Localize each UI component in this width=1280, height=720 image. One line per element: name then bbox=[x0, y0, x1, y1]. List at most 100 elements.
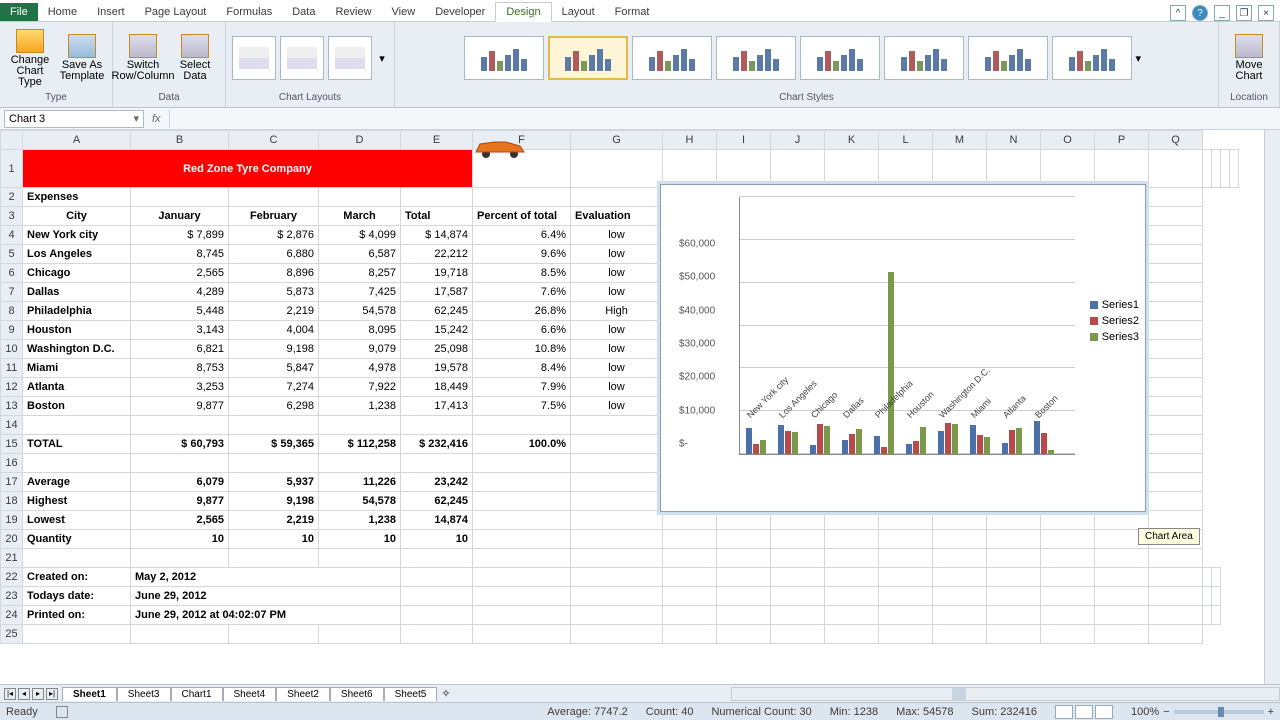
chart-styles-more[interactable]: ▾ bbox=[1136, 52, 1150, 65]
zoom-in-icon[interactable]: + bbox=[1268, 706, 1274, 718]
select-all[interactable] bbox=[1, 131, 23, 150]
chart-layout-3[interactable] bbox=[328, 36, 372, 80]
tab-view[interactable]: View bbox=[382, 3, 426, 21]
legend-item[interactable]: Series2 bbox=[1090, 315, 1139, 327]
change-chart-type-button[interactable]: Change Chart Type bbox=[6, 26, 54, 90]
tab-insert[interactable]: Insert bbox=[87, 3, 135, 21]
legend-item[interactable]: Series3 bbox=[1090, 331, 1139, 343]
chart-layout-2[interactable] bbox=[280, 36, 324, 80]
tab-data[interactable]: Data bbox=[282, 3, 325, 21]
horizontal-scrollbar[interactable] bbox=[731, 687, 1280, 701]
row-header-8[interactable]: 8 bbox=[1, 302, 23, 321]
help-icon[interactable]: ? bbox=[1192, 5, 1208, 21]
col-header-L[interactable]: L bbox=[879, 131, 933, 150]
row-header-15[interactable]: 15 bbox=[1, 435, 23, 454]
row-header-21[interactable]: 21 bbox=[1, 549, 23, 568]
minimize-ribbon-icon[interactable]: ^ bbox=[1170, 5, 1186, 21]
switch-row-column-button[interactable]: Switch Row/Column bbox=[119, 26, 167, 90]
tab-layout[interactable]: Layout bbox=[552, 3, 605, 21]
col-header-P[interactable]: P bbox=[1095, 131, 1149, 150]
row-header-5[interactable]: 5 bbox=[1, 245, 23, 264]
tab-developer[interactable]: Developer bbox=[425, 3, 495, 21]
view-page-break-icon[interactable] bbox=[1095, 705, 1113, 719]
row-header-13[interactable]: 13 bbox=[1, 397, 23, 416]
new-sheet-icon[interactable]: ✧ bbox=[441, 687, 450, 700]
row-header-7[interactable]: 7 bbox=[1, 283, 23, 302]
col-header-D[interactable]: D bbox=[319, 131, 401, 150]
embedded-chart[interactable]: $-$10,000$20,000$30,000$40,000$50,000$60… bbox=[660, 184, 1146, 512]
row-header-16[interactable]: 16 bbox=[1, 454, 23, 473]
chart-legend[interactable]: Series1 Series2 Series3 bbox=[1090, 295, 1139, 347]
row-header-10[interactable]: 10 bbox=[1, 340, 23, 359]
tab-page-layout[interactable]: Page Layout bbox=[135, 3, 217, 21]
row-header-4[interactable]: 4 bbox=[1, 226, 23, 245]
col-header-H[interactable]: H bbox=[663, 131, 717, 150]
sheet-nav-first[interactable]: |◂ bbox=[4, 688, 16, 700]
restore-icon[interactable]: ❐ bbox=[1236, 5, 1252, 21]
col-header-E[interactable]: E bbox=[401, 131, 473, 150]
chart-style-6[interactable] bbox=[884, 36, 964, 80]
zoom-control[interactable]: 100% − + bbox=[1131, 706, 1274, 718]
col-header-B[interactable]: B bbox=[131, 131, 229, 150]
close-icon[interactable]: × bbox=[1258, 5, 1274, 21]
macro-record-icon[interactable] bbox=[56, 706, 68, 718]
row-header-20[interactable]: 20 bbox=[1, 530, 23, 549]
chart-style-1[interactable] bbox=[464, 36, 544, 80]
row-header-14[interactable]: 14 bbox=[1, 416, 23, 435]
chart-style-7[interactable] bbox=[968, 36, 1048, 80]
row-header-19[interactable]: 19 bbox=[1, 511, 23, 530]
view-page-layout-icon[interactable] bbox=[1075, 705, 1093, 719]
tab-format[interactable]: Format bbox=[605, 3, 660, 21]
col-header-A[interactable]: A bbox=[23, 131, 131, 150]
tab-formulas[interactable]: Formulas bbox=[216, 3, 282, 21]
tab-design[interactable]: Design bbox=[495, 2, 551, 22]
move-chart-button[interactable]: Move Chart bbox=[1225, 26, 1273, 90]
chart-style-5[interactable] bbox=[800, 36, 880, 80]
col-header-M[interactable]: M bbox=[933, 131, 987, 150]
vertical-scrollbar[interactable] bbox=[1264, 130, 1280, 684]
chevron-down-icon[interactable]: ▾ bbox=[133, 112, 139, 125]
col-header-K[interactable]: K bbox=[825, 131, 879, 150]
view-normal-icon[interactable] bbox=[1055, 705, 1073, 719]
formula-bar[interactable] bbox=[169, 110, 1280, 128]
col-header-Q[interactable]: Q bbox=[1149, 131, 1203, 150]
minimize-icon[interactable]: _ bbox=[1214, 5, 1230, 21]
chart-style-8[interactable] bbox=[1052, 36, 1132, 80]
fx-icon[interactable]: fx bbox=[152, 113, 161, 125]
row-header-25[interactable]: 25 bbox=[1, 625, 23, 644]
sheet-tab-Sheet2[interactable]: Sheet2 bbox=[276, 687, 330, 701]
worksheet[interactable]: ABCDEFGHIJKLMNOPQ 1Red Zone Tyre Company… bbox=[0, 130, 1280, 678]
name-box[interactable]: Chart 3▾ bbox=[4, 110, 144, 128]
row-header-11[interactable]: 11 bbox=[1, 359, 23, 378]
legend-item[interactable]: Series1 bbox=[1090, 299, 1139, 311]
row-header-23[interactable]: 23 bbox=[1, 587, 23, 606]
sheet-tab-Sheet1[interactable]: Sheet1 bbox=[62, 687, 117, 701]
col-header-I[interactable]: I bbox=[717, 131, 771, 150]
col-header-G[interactable]: G bbox=[571, 131, 663, 150]
chart-layout-1[interactable] bbox=[232, 36, 276, 80]
sheet-tab-Sheet4[interactable]: Sheet4 bbox=[223, 687, 277, 701]
tab-file[interactable]: File bbox=[0, 3, 38, 21]
sheet-tab-Sheet3[interactable]: Sheet3 bbox=[117, 687, 171, 701]
row-header-17[interactable]: 17 bbox=[1, 473, 23, 492]
row-header-24[interactable]: 24 bbox=[1, 606, 23, 625]
zoom-out-icon[interactable]: − bbox=[1163, 706, 1169, 718]
sheet-tab-Sheet5[interactable]: Sheet5 bbox=[384, 687, 438, 701]
row-header-22[interactable]: 22 bbox=[1, 568, 23, 587]
sheet-tab-Sheet6[interactable]: Sheet6 bbox=[330, 687, 384, 701]
select-data-button[interactable]: Select Data bbox=[171, 26, 219, 90]
row-header-3[interactable]: 3 bbox=[1, 207, 23, 226]
sheet-tab-Chart1[interactable]: Chart1 bbox=[171, 687, 223, 701]
row-header-12[interactable]: 12 bbox=[1, 378, 23, 397]
col-header-O[interactable]: O bbox=[1041, 131, 1095, 150]
sheet-nav-next[interactable]: ▸ bbox=[32, 688, 44, 700]
tab-home[interactable]: Home bbox=[38, 3, 87, 21]
chart-layouts-more[interactable]: ▾ bbox=[376, 52, 388, 65]
tab-review[interactable]: Review bbox=[325, 3, 381, 21]
col-header-J[interactable]: J bbox=[771, 131, 825, 150]
col-header-N[interactable]: N bbox=[987, 131, 1041, 150]
row-header-1[interactable]: 1 bbox=[1, 150, 23, 188]
chart-style-2[interactable] bbox=[548, 36, 628, 80]
row-header-6[interactable]: 6 bbox=[1, 264, 23, 283]
sheet-nav-last[interactable]: ▸| bbox=[46, 688, 58, 700]
